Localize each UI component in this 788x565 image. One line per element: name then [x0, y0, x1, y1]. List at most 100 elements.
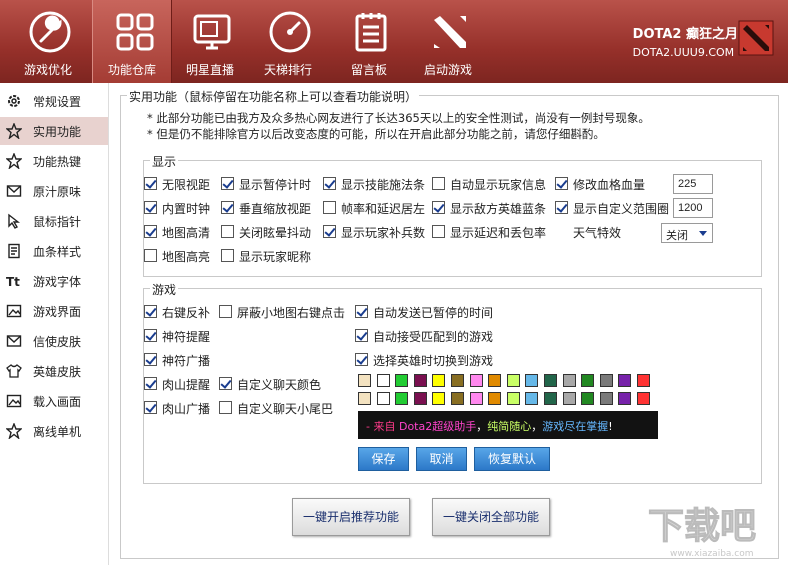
brand-title: DOTA2 癫狂之月 [632, 27, 738, 42]
checkbox[interactable] [323, 225, 336, 238]
checkbox[interactable] [221, 225, 234, 238]
notice-line-2: * 但是仍不能排除官方以后改变态度的可能，所以在开启此部分功能之前，请您仔细斟酌… [147, 127, 605, 141]
color-swatch[interactable] [506, 374, 520, 387]
sidebar-item-interface[interactable]: 游戏界面 [0, 297, 108, 325]
color-swatch[interactable] [432, 374, 446, 387]
nav-message-board[interactable]: 留言板 [329, 0, 409, 83]
color-swatch[interactable] [413, 392, 427, 405]
nav-ladder-rank[interactable]: 天梯排行 [248, 0, 328, 83]
nav-star-live[interactable]: 明星直播 [170, 0, 250, 83]
color-swatch[interactable] [395, 374, 409, 387]
color-swatch[interactable] [432, 392, 446, 405]
color-swatch[interactable] [376, 374, 390, 387]
color-swatch[interactable] [544, 392, 557, 405]
option-label: 自定义聊天颜色 [237, 378, 322, 392]
color-swatch[interactable] [637, 392, 650, 405]
color-swatch[interactable] [581, 392, 595, 405]
color-swatch[interactable] [506, 392, 520, 405]
nav-game-optimize[interactable]: 游戏优化 [8, 0, 88, 83]
image-icon [6, 394, 22, 408]
color-swatch[interactable] [413, 374, 427, 387]
option-label: 显示暂停计时 [239, 178, 312, 192]
color-swatch[interactable] [469, 392, 483, 405]
checkbox[interactable] [144, 225, 157, 238]
cancel-button[interactable]: 取消 [416, 447, 467, 471]
save-button[interactable]: 保存 [358, 447, 409, 471]
reset-default-button[interactable]: 恢复默认 [474, 447, 550, 471]
sidebar-item-courier[interactable]: 信使皮肤 [0, 327, 108, 355]
color-swatch[interactable] [525, 392, 539, 405]
checkbox[interactable] [144, 201, 157, 214]
checkbox[interactable] [355, 329, 368, 342]
color-swatch[interactable] [599, 392, 613, 405]
sidebar-item-offline[interactable]: 离线单机 [0, 417, 108, 445]
sidebar-item-cursor[interactable]: 鼠标指针 [0, 207, 108, 235]
color-swatch[interactable] [562, 392, 576, 405]
weather-select[interactable]: 关闭 [661, 223, 713, 243]
color-swatch[interactable] [581, 374, 595, 387]
color-swatch[interactable] [562, 374, 576, 387]
checkbox[interactable] [144, 249, 157, 262]
display-legend: 显示 [150, 153, 179, 170]
color-swatch[interactable] [618, 392, 632, 405]
sidebar-item-general[interactable]: 常规设置 [0, 87, 108, 115]
checkbox[interactable] [219, 305, 232, 318]
color-swatch[interactable] [395, 392, 409, 405]
checkbox[interactable] [432, 201, 445, 214]
checkbox[interactable] [221, 249, 234, 262]
color-swatch[interactable] [358, 392, 371, 405]
sidebar-item-label: 信使皮肤 [33, 335, 82, 349]
checkbox[interactable] [355, 353, 368, 366]
sidebar-item-hotkeys[interactable]: 功能热键 [0, 147, 108, 175]
checkbox[interactable] [144, 377, 157, 390]
color-swatch[interactable] [525, 374, 539, 387]
color-swatch[interactable] [637, 374, 650, 387]
checkbox[interactable] [221, 177, 234, 190]
sidebar-item-original[interactable]: 原汁原味 [0, 177, 108, 205]
checkbox[interactable] [555, 177, 568, 190]
color-swatch[interactable] [599, 374, 613, 387]
star-icon [6, 423, 22, 439]
checkbox[interactable] [555, 201, 568, 214]
sidebar-item-label: 载入画面 [33, 395, 82, 409]
weather-value: 关闭 [666, 229, 688, 242]
sidebar-item-healthbar[interactable]: 血条样式 [0, 237, 108, 265]
checkbox[interactable] [219, 401, 232, 414]
nav-label: 功能仓库 [107, 63, 156, 77]
sidebar-item-font[interactable]: Tt 游戏字体 [0, 267, 108, 295]
sidebar-item-practical[interactable]: 实用功能 [0, 117, 108, 145]
color-swatch[interactable] [618, 374, 632, 387]
color-swatch[interactable] [376, 392, 390, 405]
checkbox[interactable] [144, 353, 157, 366]
range-input[interactable] [673, 198, 713, 218]
enable-recommended-button[interactable]: 一键开启推荐功能 [292, 498, 410, 536]
checkbox[interactable] [144, 177, 157, 190]
checkbox[interactable] [144, 305, 157, 318]
sidebar-item-loading-screen[interactable]: 载入画面 [0, 387, 108, 415]
main-panel: 实用功能（鼠标停留在功能名称上可以查看功能说明） * 此部分功能已由我方及众多热… [109, 83, 788, 565]
color-swatch[interactable] [451, 374, 464, 387]
color-swatch[interactable] [488, 392, 502, 405]
nav-launch-game[interactable]: 启动游戏 [408, 0, 488, 83]
color-swatch[interactable] [488, 374, 502, 387]
checkbox[interactable] [219, 377, 232, 390]
checkbox[interactable] [144, 401, 157, 414]
checkbox[interactable] [221, 201, 234, 214]
checkbox[interactable] [323, 201, 336, 214]
checkbox[interactable] [323, 177, 336, 190]
checkbox[interactable] [432, 225, 445, 238]
nav-feature-library[interactable]: 功能仓库 [92, 0, 172, 83]
hp-grid-input[interactable] [673, 174, 713, 194]
color-swatch[interactable] [358, 374, 371, 387]
checkbox[interactable] [432, 177, 445, 190]
checkbox[interactable] [144, 329, 157, 342]
color-swatch[interactable] [451, 392, 464, 405]
checkbox[interactable] [355, 305, 368, 318]
sidebar-item-hero-skin[interactable]: 英雄皮肤 [0, 357, 108, 385]
option-label: 显示延迟和丢包率 [450, 226, 547, 240]
color-swatch[interactable] [469, 374, 483, 387]
color-swatch[interactable] [544, 374, 557, 387]
disable-all-button[interactable]: 一键关闭全部功能 [432, 498, 550, 536]
option-label: 自动发送已暂停的时间 [373, 306, 494, 320]
option-label: 地图高亮 [162, 250, 211, 264]
